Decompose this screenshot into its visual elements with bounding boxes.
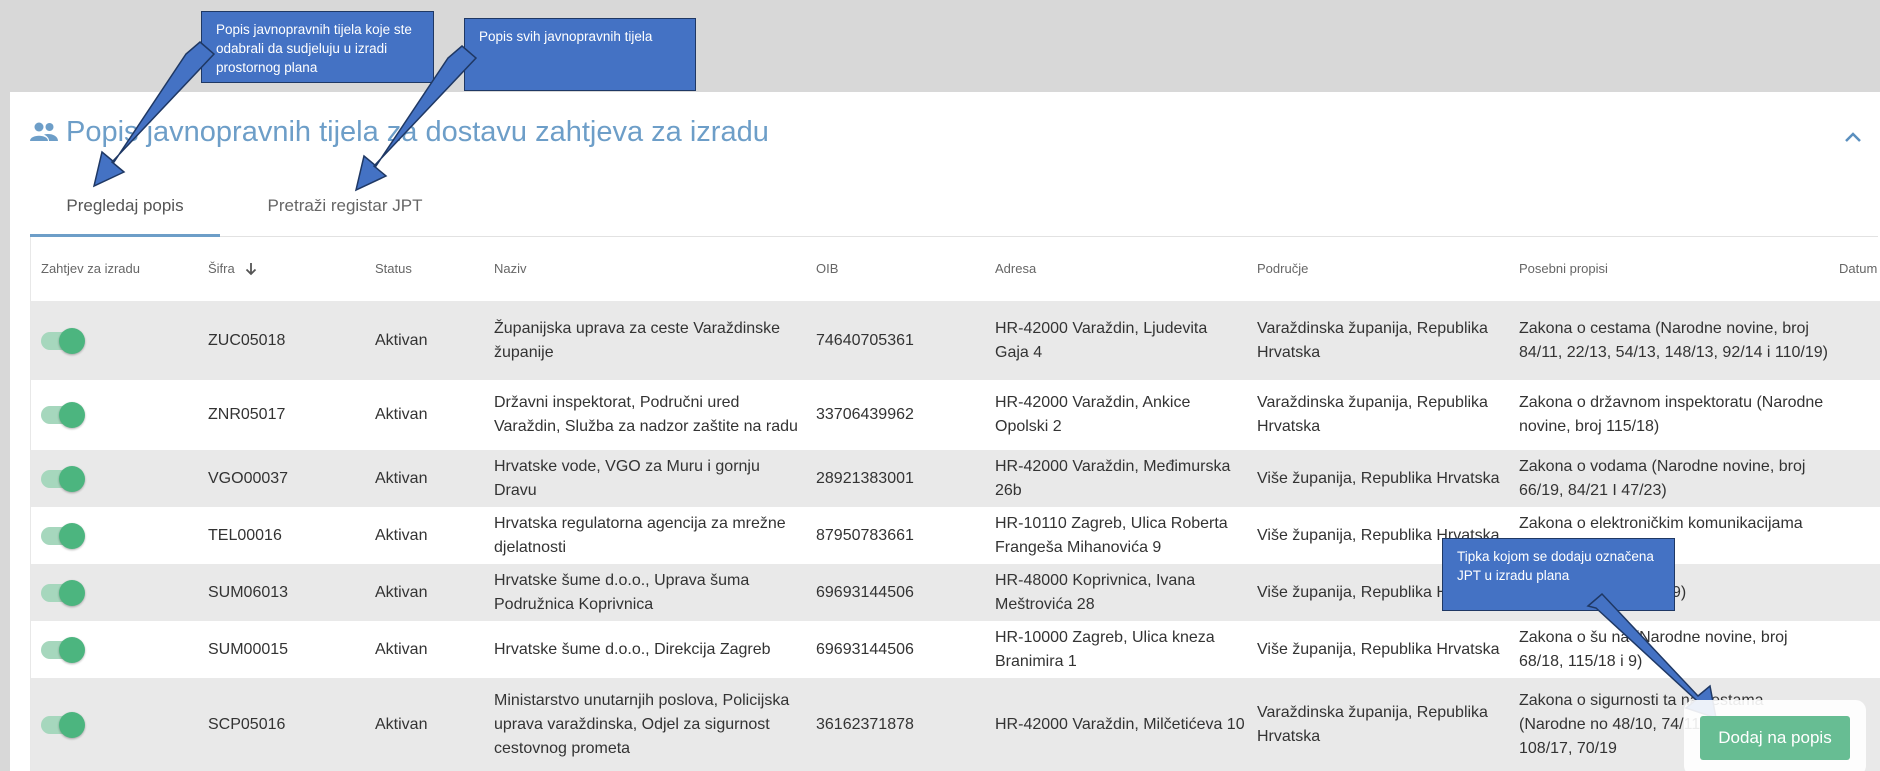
toggle-knob [59,711,85,738]
header-sifra[interactable]: Šifra [208,261,258,276]
toggle-knob [59,327,85,354]
cell-adresa: HR-42000 Varaždin, Ankice Opolski 2 [995,394,1191,435]
header-naziv[interactable]: Naziv [494,261,527,276]
chevron-up-icon[interactable] [1838,122,1868,152]
toggle-knob [59,579,85,606]
toggle-knob [59,636,85,663]
cell-naziv: Hrvatske vode, VGO za Muru i gornju Drav… [494,457,760,499]
cell-status: Aktivan [375,469,428,487]
header-posebni-propisi[interactable]: Posebni propisi [1519,261,1608,276]
cell-adresa: HR-42000 Varaždin, Ljudevita Gaja 4 [995,319,1208,361]
table-row: VGO00037 Aktivan Hrvatske vode, VGO za Mur… [31,450,1880,507]
panel-header: Popis javnopravnih tijela za dostavu zah… [30,112,769,152]
cell-sifra: SCP05016 [208,715,286,733]
cell-podrucje: Varaždinska županija, Republika Hrvatska [1257,703,1488,745]
cell-status: Aktivan [375,526,428,544]
cell-naziv: Državni inspektorat, Područni ured Varaž… [494,394,798,435]
cell-propisi: Zakona o vodama (Narodne novine, broj 66… [1519,457,1806,499]
cell-naziv: Županijska uprava za ceste Varaždinske ž… [494,319,781,361]
toggle-knob [59,402,85,428]
callout-selected-list: Popis javnopravnih tijela koje ste odabr… [201,11,434,83]
cell-adresa: HR-48000 Koprivnica, Ivana Meštrovića 28 [995,571,1196,613]
cell-naziv: Ministarstvo unutarnjih poslova, Policij… [494,691,790,757]
cell-naziv: Hrvatska regulatorna agencija za mrežne … [494,514,786,556]
callout-add-button: Tipka kojom se dodaju označena JPT u izr… [1442,538,1675,611]
cell-naziv: Hrvatske šume d.o.o., Uprava šuma Podruž… [494,571,750,613]
cell-oib: 28921383001 [816,469,914,487]
cell-oib: 69693144506 [816,640,914,658]
header-status[interactable]: Status [375,261,412,276]
cell-status: Aktivan [375,640,428,658]
zahtjev-toggle[interactable] [41,636,85,663]
header-datum[interactable]: Datum [1839,261,1877,276]
zahtjev-toggle[interactable] [41,465,85,492]
cell-oib: 87950783661 [816,526,914,544]
jpt-table: Zahtjev za izradu Šifra Status Naziv OIB… [30,237,1880,771]
cell-sifra: ZUC05018 [208,331,286,349]
cell-naziv: Hrvatske šume d.o.o., Direkcija Zagreb [494,640,771,658]
cell-podrucje: Varaždinska županija, Republika Hrvatska [1257,319,1488,361]
header-adresa[interactable]: Adresa [995,261,1036,276]
cell-propisi: Zakona o državnom inspektoratu (Narodne … [1519,394,1824,435]
arrow-down-icon [246,263,257,276]
tab-bar: Pregledaj popis Pretraži registar JPT [30,180,1878,237]
cell-status: Aktivan [375,583,428,601]
cell-oib: 74640705361 [816,331,914,349]
cell-status: Aktivan [375,715,428,733]
cell-adresa: HR-42000 Varaždin, Međimurska 26b [995,457,1231,499]
header-sifra-label: Šifra [208,261,235,276]
cell-oib: 33706439962 [816,406,914,423]
cell-adresa: HR-10110 Zagreb, Ulica Roberta Frangeša … [995,514,1228,556]
people-icon [30,122,58,141]
cell-sifra: SUM06013 [208,583,289,601]
header-oib[interactable]: OIB [816,261,838,276]
tab-pretrazi-registar[interactable]: Pretraži registar JPT [230,180,460,234]
cell-oib: 36162371878 [816,715,914,733]
table-row: ZUC05018 Aktivan Županijska uprava za cest… [31,301,1880,380]
cell-sifra: VGO00037 [208,469,289,487]
tab-pregledaj-popis[interactable]: Pregledaj popis [30,180,220,237]
cell-podrucje: Više županija, Republika Hrvatska [1257,640,1500,658]
cell-status: Aktivan [375,331,428,349]
callout-all-list: Popis svih javnopravnih tijela [464,18,696,91]
zahtjev-toggle[interactable] [41,579,85,606]
table-header: Zahtjev za izradu Šifra Status Naziv OIB… [31,237,1880,302]
cell-propisi: Zakona o cestama (Narodne novine, broj 8… [1519,319,1828,361]
zahtjev-toggle[interactable] [41,402,85,428]
zahtjev-toggle[interactable] [41,711,85,738]
table-row: ZNR05017 Aktivan Državni inspektorat, Podr… [31,380,1880,450]
header-zahtjev[interactable]: Zahtjev za izradu [41,261,140,276]
cell-podrucje: Više županija, Republika Hrvatska [1257,469,1500,487]
zahtjev-toggle[interactable] [41,327,85,354]
page-title: Popis javnopravnih tijela za dostavu zah… [66,115,769,148]
cell-adresa: HR-42000 Varaždin, Milčetićeva 10 [995,715,1245,733]
zahtjev-toggle[interactable] [41,522,85,549]
table-row: SUM00015 Aktivan Hrvatske šume d.o.o., Dir… [31,621,1880,678]
cell-oib: 69693144506 [816,583,914,601]
cell-propisi: Zakona o šu na (Narodne novine, broj 68/… [1519,628,1788,670]
toggle-knob [59,522,85,549]
table-row: SCP05016 Aktivan Ministarstvo unutarnjih p… [31,678,1880,771]
cell-adresa: HR-10000 Zagreb, Ulica kneza Branimira 1 [995,628,1215,670]
cell-podrucje: Varaždinska županija, Republika Hrvatska [1257,394,1488,435]
cell-sifra: SUM00015 [208,640,289,658]
cell-status: Aktivan [375,406,428,423]
cell-sifra: ZNR05017 [208,406,286,423]
header-podrucje[interactable]: Područje [1257,261,1308,276]
cell-sifra: TEL00016 [208,526,282,544]
add-to-list-button[interactable]: Dodaj na popis [1700,716,1850,760]
toggle-knob [59,465,85,492]
